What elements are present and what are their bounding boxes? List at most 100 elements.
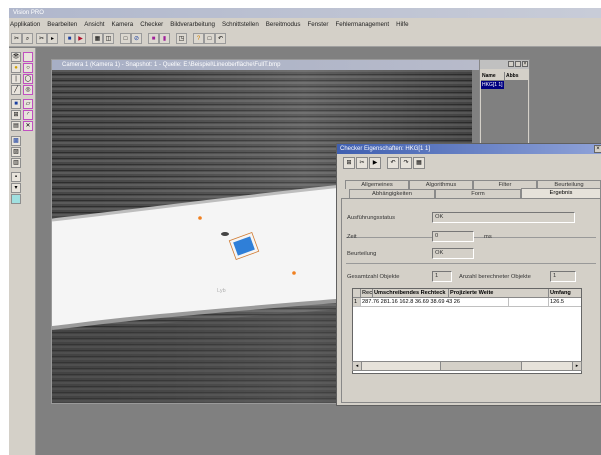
blob-tool-icon[interactable]: ▩ [11,136,21,146]
arc-tool-icon[interactable]: ◜ [23,110,33,120]
side-col-name[interactable]: Name [481,72,504,80]
tool-record-icon[interactable]: ▶ [75,33,86,44]
main-toolbar: ✂ ⌕ ✂ ▸ ■ ▶ ▦ ◫ □ ⊘ ■ ▮ ◳ ? □ ↶ [9,30,601,47]
menu-checker[interactable]: Checker [140,21,163,28]
close-icon[interactable]: × [522,61,528,67]
count-objects-field[interactable]: 1 [550,271,576,282]
app-title: Vision PRO [13,10,44,16]
line-tool-icon[interactable]: ╱ [11,85,21,95]
tool-chart-icon[interactable]: ▮ [159,33,170,44]
dialog-close-icon[interactable]: × [594,145,601,153]
menu-schnittstellen[interactable]: Schnittstellen [222,21,259,28]
ellipse-tool-icon[interactable]: ◯ [23,74,33,84]
left-toolbar: 👁 ● ○ | ◯ ╱ ◎ ■ ▱ ⊞ ◜ ▤ ✕ ▩ ▨ ▥ ▪ ▾ [9,48,36,455]
dialog-title: Checker Eigenschaften: HKG[1 1] [340,146,431,152]
total-objects-label: Gesamtzahl Objekte [347,274,400,280]
camera-window-titlebar: Camera 1 (Kamera 1) - Snapshot: 1 - Quel… [52,60,511,70]
grid-header-projizierte-weite[interactable]: Projizierte Weite [449,289,549,298]
tool-zoom-icon[interactable]: ⌕ [22,33,33,44]
tab-allgemeines[interactable]: Allgemeines [345,180,409,189]
dialog-redo-icon[interactable]: ↷ [400,157,412,169]
status-field[interactable]: OK [432,212,575,223]
time-field[interactable]: 0 [432,231,474,242]
tool-arrow-icon[interactable]: ▸ [47,33,58,44]
app-titlebar: Vision PRO [9,8,601,18]
grid-horizontal-scrollbar[interactable]: ◂ ▸ [352,361,582,371]
edge-tool-icon[interactable]: ▨ [11,147,21,157]
rect-tool-icon[interactable] [23,52,33,62]
menu-bereitmodus[interactable]: Bereitmodus [266,21,301,28]
application-window: Vision PRO Applikation Bearbeiten Ansich… [9,8,601,455]
measure-tool-icon[interactable]: ⊞ [11,110,21,120]
grid-cell-umfang[interactable]: 126.5 [549,298,581,307]
dialog-titlebar: Checker Eigenschaften: HKG[1 1] [337,144,601,154]
scroll-thumb[interactable] [440,362,522,370]
tool-cut-icon[interactable]: ✂ [11,33,22,44]
rating-label: Beurteilung [347,251,377,257]
image-label: Lyb [217,288,226,294]
tool-camera-icon[interactable]: ■ [64,33,75,44]
yellow-tool-icon[interactable]: ● [11,63,21,73]
ring-tool-icon[interactable]: ◎ [23,85,33,95]
grid-row-number: 1 [353,298,361,307]
grid-header-umschreibendes[interactable]: Umschreibendes Rechteck [373,289,449,298]
side-col-abs[interactable]: Abbs [505,72,528,80]
menu-kamera[interactable]: Kamera [112,21,134,28]
side-panel: × Name Abbs HKG[1 1] [479,59,530,156]
blue-checker-icon[interactable]: ■ [11,99,21,109]
menu-fenster[interactable]: Fenster [308,21,329,28]
tool-checker-icon[interactable]: ■ [148,33,159,44]
circle-tool-icon[interactable]: ○ [23,63,33,73]
pin-tool-icon[interactable]: ▾ [11,183,21,193]
tab-ergebnis[interactable]: Ergebnis [521,188,601,198]
menu-ansicht[interactable]: Ansicht [84,21,104,28]
tool-back-icon[interactable]: ↶ [215,33,226,44]
pattern-tool-icon[interactable]: ▤ [11,121,21,131]
dialog-pin-icon[interactable]: ⊞ [343,157,355,169]
count-objects-label: Anzahl berechneter Objekte [459,274,531,280]
grid-corner [353,289,361,298]
cross-tool-icon[interactable]: ✕ [23,121,33,131]
tool-cut2-icon[interactable]: ✂ [36,33,47,44]
grid-header-rechteck[interactable]: Rechteck [361,289,373,298]
maximize-icon[interactable] [515,61,521,67]
ocr-tool-icon[interactable]: ▥ [11,158,21,168]
camera-window-title: Camera 1 (Kamera 1) - Snapshot: 1 - Quel… [62,62,281,68]
tool-stop-icon[interactable]: ⊘ [131,33,142,44]
menu-bildverarbeitung[interactable]: Bildverarbeitung [170,21,215,28]
rating-field[interactable]: OK [432,248,474,259]
dialog-grid-icon[interactable]: ▦ [413,157,425,169]
tab-abhaengigkeiten[interactable]: Abhängigkeiten [349,189,435,198]
tool-window-icon[interactable]: ◳ [176,33,187,44]
menu-bar: Applikation Bearbeiten Ansicht Kamera Ch… [9,18,601,30]
dialog-play-icon[interactable]: ▶ [369,157,381,169]
grid-cell-values[interactable]: 287.76 281.16 162.8 36.69 38.69 43 26 [361,298,509,307]
menu-applikation[interactable]: Applikation [10,21,40,28]
eye-icon[interactable]: 👁 [11,52,21,62]
tool-blank-icon[interactable]: □ [204,33,215,44]
scroll-right-icon[interactable]: ▸ [572,362,581,370]
cyan-tool-icon[interactable] [11,194,21,204]
tool-help-icon[interactable]: ? [193,33,204,44]
divider-2 [346,263,596,264]
menu-fehlermanagement[interactable]: Fehlermanagement [336,21,390,28]
dialog-undo-icon[interactable]: ↶ [387,157,399,169]
tab-form[interactable]: Form [435,189,521,198]
dialog-cut-icon[interactable]: ✂ [356,157,368,169]
menu-hilfe[interactable]: Hilfe [396,21,408,28]
tool-image-icon[interactable]: □ [120,33,131,44]
menu-bearbeiten[interactable]: Bearbeiten [47,21,77,28]
scroll-left-icon[interactable]: ◂ [353,362,362,370]
tool-grid-icon[interactable]: ▦ [92,33,103,44]
ruler-tool-icon[interactable]: | [11,74,21,84]
side-selected-item[interactable]: HKG[1 1] [481,81,504,89]
grid-header-umfang[interactable]: Umfang [549,289,581,298]
save-tool-icon[interactable]: ▪ [11,172,21,182]
poly-tool-icon[interactable]: ▱ [23,99,33,109]
tab-algorithmus[interactable]: Algorithmus [409,180,473,189]
total-objects-field[interactable]: 1 [432,271,452,282]
status-label: Ausführungsstatus [347,215,396,221]
minimize-icon[interactable] [508,61,514,67]
tool-split-icon[interactable]: ◫ [103,33,114,44]
grid-cell-empty[interactable] [509,298,549,307]
